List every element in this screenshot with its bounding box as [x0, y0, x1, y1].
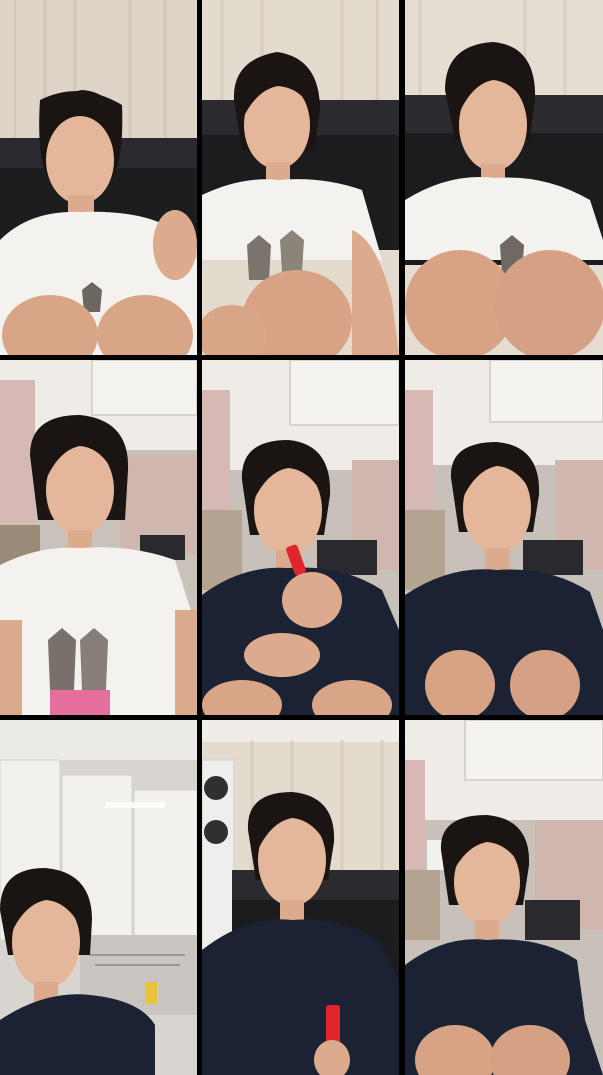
video-frame-9	[405, 720, 603, 1075]
video-frame-1	[0, 0, 197, 355]
frame-7-image	[0, 720, 197, 1075]
video-frame-7	[0, 720, 197, 1075]
frame-8-image	[202, 720, 399, 1075]
frame-1-image	[0, 0, 197, 355]
frame-3-image	[405, 0, 603, 355]
video-frame-3	[405, 0, 603, 355]
video-frame-4	[0, 360, 197, 715]
frame-6-image	[405, 360, 603, 715]
frame-4-image	[0, 360, 197, 715]
video-frame-8	[202, 720, 399, 1075]
frame-9-image	[405, 720, 603, 1075]
photo-collage-grid	[0, 0, 603, 1075]
video-frame-5	[202, 360, 399, 715]
frame-5-image	[202, 360, 399, 715]
video-frame-6	[405, 360, 603, 715]
frame-2-image	[202, 0, 399, 355]
video-frame-2	[202, 0, 399, 355]
